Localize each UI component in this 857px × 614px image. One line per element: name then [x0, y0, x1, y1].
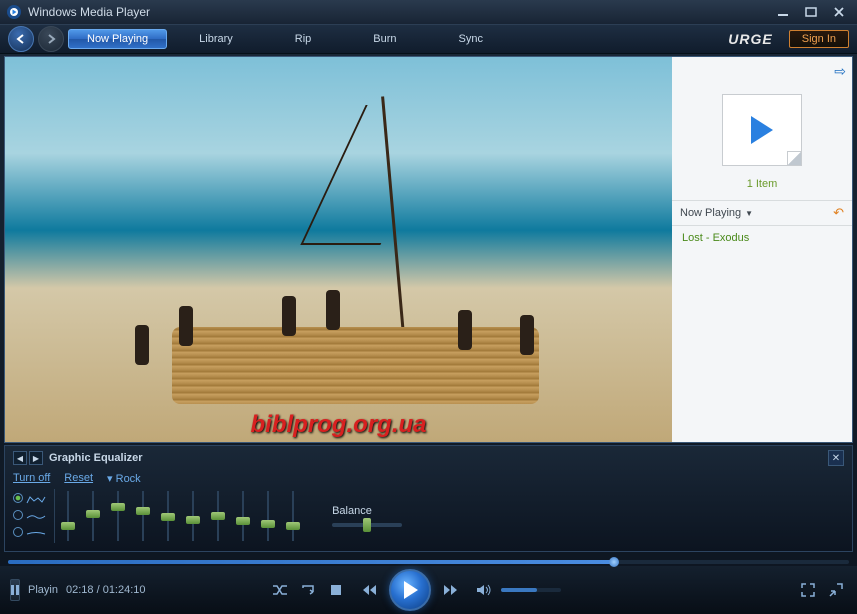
shuffle-button[interactable]: [269, 579, 291, 601]
urge-logo[interactable]: URGE: [728, 31, 772, 47]
watermark-text: biblprog.org.ua: [251, 411, 427, 439]
time-display: 02:18 / 01:24:10: [66, 584, 146, 596]
forward-button[interactable]: [38, 26, 64, 52]
eq-link-modes: [13, 493, 46, 540]
eq-preset-dropdown[interactable]: ▾ Rock: [107, 472, 141, 485]
now-playing-dropdown[interactable]: Now Playing ▼ ↶: [672, 200, 852, 226]
eq-sliders: [54, 489, 306, 543]
now-playing-sidebar: ⇨ 1 Item Now Playing ▼ ↶ Lost - Exodus: [672, 57, 852, 442]
eq-band-5[interactable]: [186, 491, 200, 541]
eq-band-1[interactable]: [86, 491, 100, 541]
sign-in-button[interactable]: Sign In: [789, 30, 849, 48]
eq-band-thumb[interactable]: [236, 517, 250, 525]
pause-mini-button[interactable]: [10, 579, 20, 601]
eq-reset-link[interactable]: Reset: [64, 472, 93, 485]
play-icon: [404, 581, 418, 599]
balance-slider[interactable]: [332, 523, 402, 527]
playlist-thumbnail[interactable]: [722, 94, 802, 166]
balance-thumb[interactable]: [363, 518, 371, 532]
seek-thumb[interactable]: [609, 557, 619, 567]
eq-band-2[interactable]: [111, 491, 125, 541]
back-button[interactable]: [8, 26, 34, 52]
maximize-button[interactable]: [799, 4, 823, 20]
eq-next-button[interactable]: ▶: [29, 451, 43, 465]
eq-close-button[interactable]: ✕: [828, 450, 844, 466]
playlist-track[interactable]: Lost - Exodus: [672, 226, 852, 250]
eq-band-thumb[interactable]: [61, 522, 75, 530]
eq-band-8[interactable]: [261, 491, 275, 541]
fullscreen-button[interactable]: [797, 579, 819, 601]
tab-now-playing[interactable]: Now Playing: [68, 29, 167, 49]
eq-mode-tight[interactable]: [13, 527, 23, 537]
seek-bar[interactable]: [8, 558, 849, 566]
app-title: Windows Media Player: [28, 5, 150, 19]
eq-band-3[interactable]: [136, 491, 150, 541]
tab-sync[interactable]: Sync: [429, 29, 513, 49]
main-tabs: Now Playing Library Rip Burn Sync: [68, 29, 724, 49]
tab-library[interactable]: Library: [169, 29, 263, 49]
eq-band-9[interactable]: [286, 491, 300, 541]
collapse-sidebar-icon[interactable]: ⇨: [834, 63, 846, 79]
content-area: biblprog.org.ua ⇨ 1 Item Now Playing ▼ ↶…: [4, 56, 853, 443]
eq-turn-off-link[interactable]: Turn off: [13, 472, 50, 485]
toolbar: Now Playing Library Rip Burn Sync URGE S…: [0, 24, 857, 54]
status-text: Playing: [28, 584, 58, 596]
app-window: Windows Media Player Now Playing Library…: [0, 0, 857, 614]
eq-band-6[interactable]: [211, 491, 225, 541]
app-icon: [6, 4, 22, 20]
undo-icon[interactable]: ↶: [833, 205, 844, 221]
volume-slider[interactable]: [501, 588, 561, 592]
tab-rip[interactable]: Rip: [265, 29, 342, 49]
eq-band-thumb[interactable]: [86, 510, 100, 518]
eq-band-thumb[interactable]: [186, 516, 200, 524]
eq-band-thumb[interactable]: [211, 512, 225, 520]
minimize-button[interactable]: [771, 4, 795, 20]
eq-band-thumb[interactable]: [286, 522, 300, 530]
mute-button[interactable]: [473, 579, 495, 601]
playback-controls: Playing 02:18 / 01:24:10: [0, 566, 857, 614]
titlebar: Windows Media Player: [0, 0, 857, 24]
eq-title: Graphic Equalizer: [49, 452, 143, 464]
eq-band-0[interactable]: [61, 491, 75, 541]
eq-band-thumb[interactable]: [111, 503, 125, 511]
tab-burn[interactable]: Burn: [343, 29, 426, 49]
previous-button[interactable]: [353, 577, 383, 603]
equalizer-panel: ◀ ▶ Graphic Equalizer ✕ Turn off Reset ▾…: [4, 445, 853, 552]
eq-prev-button[interactable]: ◀: [13, 451, 27, 465]
eq-band-thumb[interactable]: [136, 507, 150, 515]
next-button[interactable]: [437, 577, 467, 603]
play-button[interactable]: [389, 569, 431, 611]
eq-mode-loose[interactable]: [13, 510, 23, 520]
eq-mode-independent[interactable]: [13, 493, 23, 503]
eq-band-4[interactable]: [161, 491, 175, 541]
balance-label: Balance: [332, 505, 402, 517]
compact-mode-button[interactable]: [825, 579, 847, 601]
video-viewport[interactable]: biblprog.org.ua: [5, 57, 672, 442]
now-playing-label: Now Playing: [680, 207, 741, 219]
close-button[interactable]: [827, 4, 851, 20]
repeat-button[interactable]: [297, 579, 319, 601]
eq-band-thumb[interactable]: [261, 520, 275, 528]
eq-band-thumb[interactable]: [161, 513, 175, 521]
stop-button[interactable]: [325, 579, 347, 601]
item-count: 1 Item: [672, 174, 852, 200]
chevron-down-icon: ▼: [745, 209, 753, 218]
eq-band-7[interactable]: [236, 491, 250, 541]
play-icon: [751, 116, 773, 144]
